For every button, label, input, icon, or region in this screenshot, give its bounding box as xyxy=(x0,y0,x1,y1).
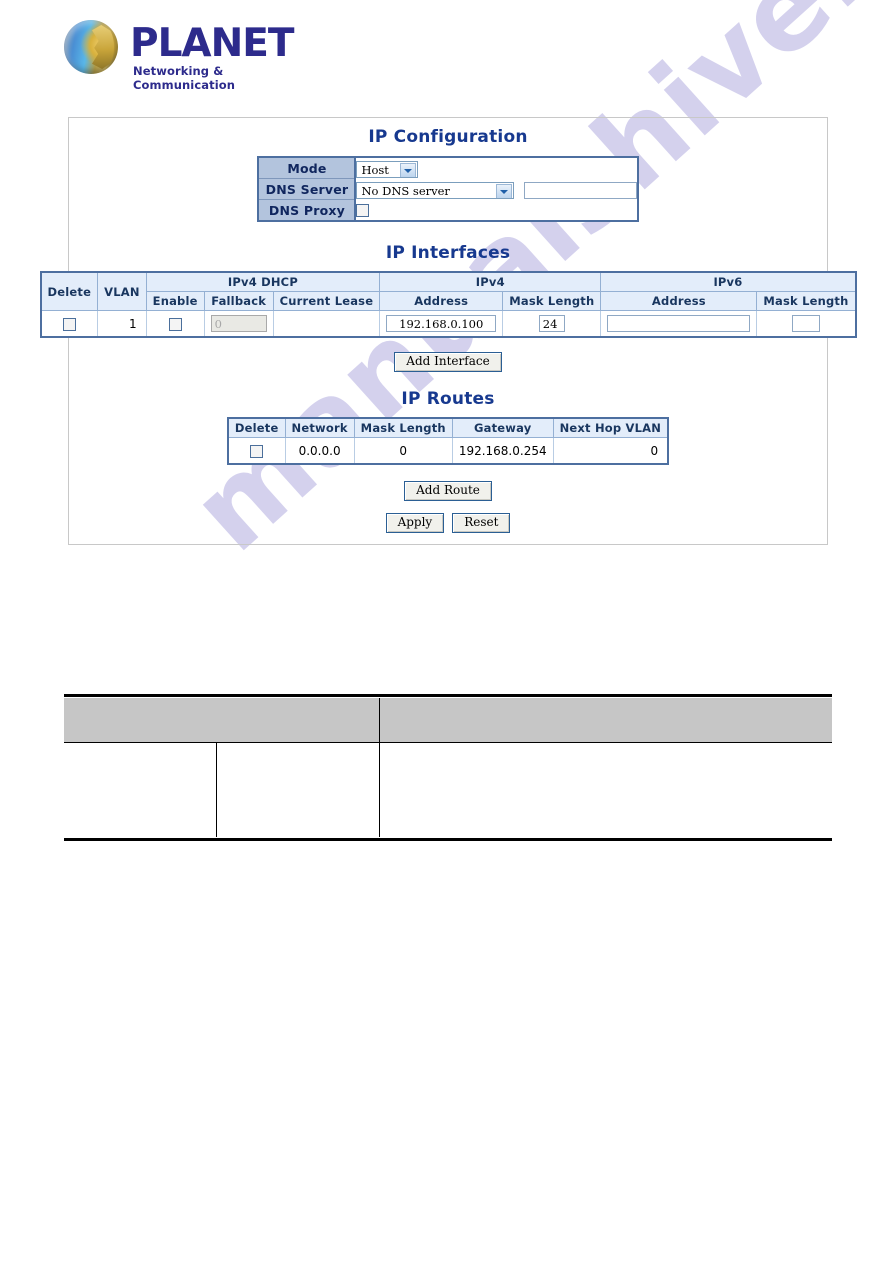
col-ipv6-mask-length: Mask Length xyxy=(756,291,857,311)
colgroup-ipv6: IPv6 xyxy=(600,271,857,292)
cell-vlan: 1 xyxy=(97,310,147,338)
ip-interfaces-group-header-row: Delete VLAN IPv4 DHCP IPv4 IPv6 xyxy=(39,271,857,311)
ipv6-address-input[interactable] xyxy=(607,315,751,332)
table-top-rule xyxy=(64,694,832,697)
header-column-divider xyxy=(379,698,380,742)
col-dhcp-current-lease: Current Lease xyxy=(272,291,381,311)
ip-configuration-table: Mode Host DNS Server No DNS server DNS P… xyxy=(257,156,639,222)
col-dhcp-fallback: Fallback xyxy=(203,291,274,311)
col-ipv4-mask-length: Mask Length xyxy=(502,291,602,311)
dns-proxy-label: DNS Proxy xyxy=(258,199,357,221)
colgroup-ipv4-dhcp: IPv4 DHCP xyxy=(145,271,381,292)
apply-button[interactable]: Apply xyxy=(385,513,445,533)
mode-select[interactable]: Host xyxy=(356,160,419,178)
dns-server-select-value: No DNS server xyxy=(361,183,450,198)
add-route-button[interactable]: Add Route xyxy=(404,481,492,501)
col-ipv4-address: Address xyxy=(379,291,504,311)
document-parameter-table xyxy=(64,694,832,841)
cell-route-network: 0.0.0.0 xyxy=(284,437,355,465)
mode-select-value: Host xyxy=(361,162,389,177)
cell-current-lease xyxy=(272,310,381,338)
brand-tagline: Networking & Communication xyxy=(133,64,236,92)
ip-routes-table: Delete Network Mask Length Gateway Next … xyxy=(226,417,670,465)
table-bottom-rule xyxy=(64,838,832,841)
dns-server-select[interactable]: No DNS server xyxy=(356,181,515,199)
col-delete: Delete xyxy=(39,271,99,311)
cell-route-mask-length: 0 xyxy=(353,437,453,465)
table-row: 1 0 192.168.0.100 24 xyxy=(39,310,857,338)
cell-ipv4-address: 192.168.0.100 xyxy=(379,310,504,338)
col-route-next-hop-vlan: Next Hop VLAN xyxy=(552,417,669,438)
col-route-network: Network xyxy=(284,417,355,438)
cell-dhcp-enable xyxy=(145,310,205,338)
interface-delete-checkbox[interactable] xyxy=(62,317,76,331)
ip-configuration-title: IP Configuration xyxy=(368,127,528,147)
col-vlan: VLAN xyxy=(97,271,147,311)
brand-logo: PLANET Networking & Communication xyxy=(62,14,322,92)
table-row: 0.0.0.0 0 192.168.0.254 0 xyxy=(227,437,669,465)
ipv4-mask-length-input[interactable]: 24 xyxy=(538,315,565,332)
cell-dhcp-fallback: 0 xyxy=(203,310,274,338)
cell-delete xyxy=(39,310,99,338)
col-ipv6-address: Address xyxy=(600,291,758,311)
chevron-down-icon[interactable] xyxy=(400,162,417,177)
ip-interfaces-sub-header-row: Enable Fallback Current Lease Address Ma… xyxy=(41,291,857,311)
planet-globe-icon xyxy=(64,20,118,74)
table-body-band xyxy=(64,743,832,837)
dns-server-value-cell: No DNS server xyxy=(355,178,638,200)
dns-server-address-input[interactable] xyxy=(523,181,637,199)
cell-route-next-hop-vlan: 0 xyxy=(552,437,669,465)
mode-value-cell: Host xyxy=(355,157,638,179)
col-route-mask-length: Mask Length xyxy=(353,417,453,438)
colgroup-ipv4: IPv4 xyxy=(379,271,602,292)
route-delete-checkbox[interactable] xyxy=(250,444,264,458)
brand-name: PLANET xyxy=(130,21,295,66)
mode-label: Mode xyxy=(258,157,357,179)
config-row-dns-proxy: DNS Proxy xyxy=(258,199,638,221)
col-route-delete: Delete xyxy=(227,417,286,438)
ip-routes-title: IP Routes xyxy=(401,389,495,409)
ip-routes-header-row: Delete Network Mask Length Gateway Next … xyxy=(227,417,669,438)
cell-route-gateway: 192.168.0.254 xyxy=(451,437,554,465)
config-row-dns-server: DNS Server No DNS server xyxy=(258,178,638,200)
screenshot-panel: IP Configuration Mode Host DNS Server No… xyxy=(39,117,857,545)
cell-ipv6-address xyxy=(600,310,758,338)
add-interface-button[interactable]: Add Interface xyxy=(394,352,502,372)
dhcp-enable-checkbox[interactable] xyxy=(168,317,182,331)
config-row-mode: Mode Host xyxy=(258,157,638,179)
chevron-down-icon[interactable] xyxy=(496,183,513,198)
dns-proxy-value-cell xyxy=(355,199,638,221)
ipv6-mask-length-input[interactable] xyxy=(791,315,820,332)
ip-interfaces-title: IP Interfaces xyxy=(385,243,511,263)
body-column-divider-1 xyxy=(216,743,217,837)
cell-ipv6-mask-length xyxy=(756,310,857,338)
ipv4-address-input[interactable]: 192.168.0.100 xyxy=(386,315,497,332)
col-dhcp-enable: Enable xyxy=(145,291,205,311)
dns-server-label: DNS Server xyxy=(258,178,357,200)
reset-button[interactable]: Reset xyxy=(452,513,511,533)
table-header-band xyxy=(64,698,832,743)
ip-interfaces-table: Delete VLAN IPv4 DHCP IPv4 IPv6 Enable F… xyxy=(39,271,857,338)
dns-proxy-checkbox[interactable] xyxy=(356,204,370,218)
cell-route-delete xyxy=(227,437,286,465)
col-route-gateway: Gateway xyxy=(451,417,554,438)
dhcp-fallback-input: 0 xyxy=(210,315,267,332)
body-column-divider-2 xyxy=(379,743,380,837)
cell-ipv4-mask-length: 24 xyxy=(502,310,602,338)
